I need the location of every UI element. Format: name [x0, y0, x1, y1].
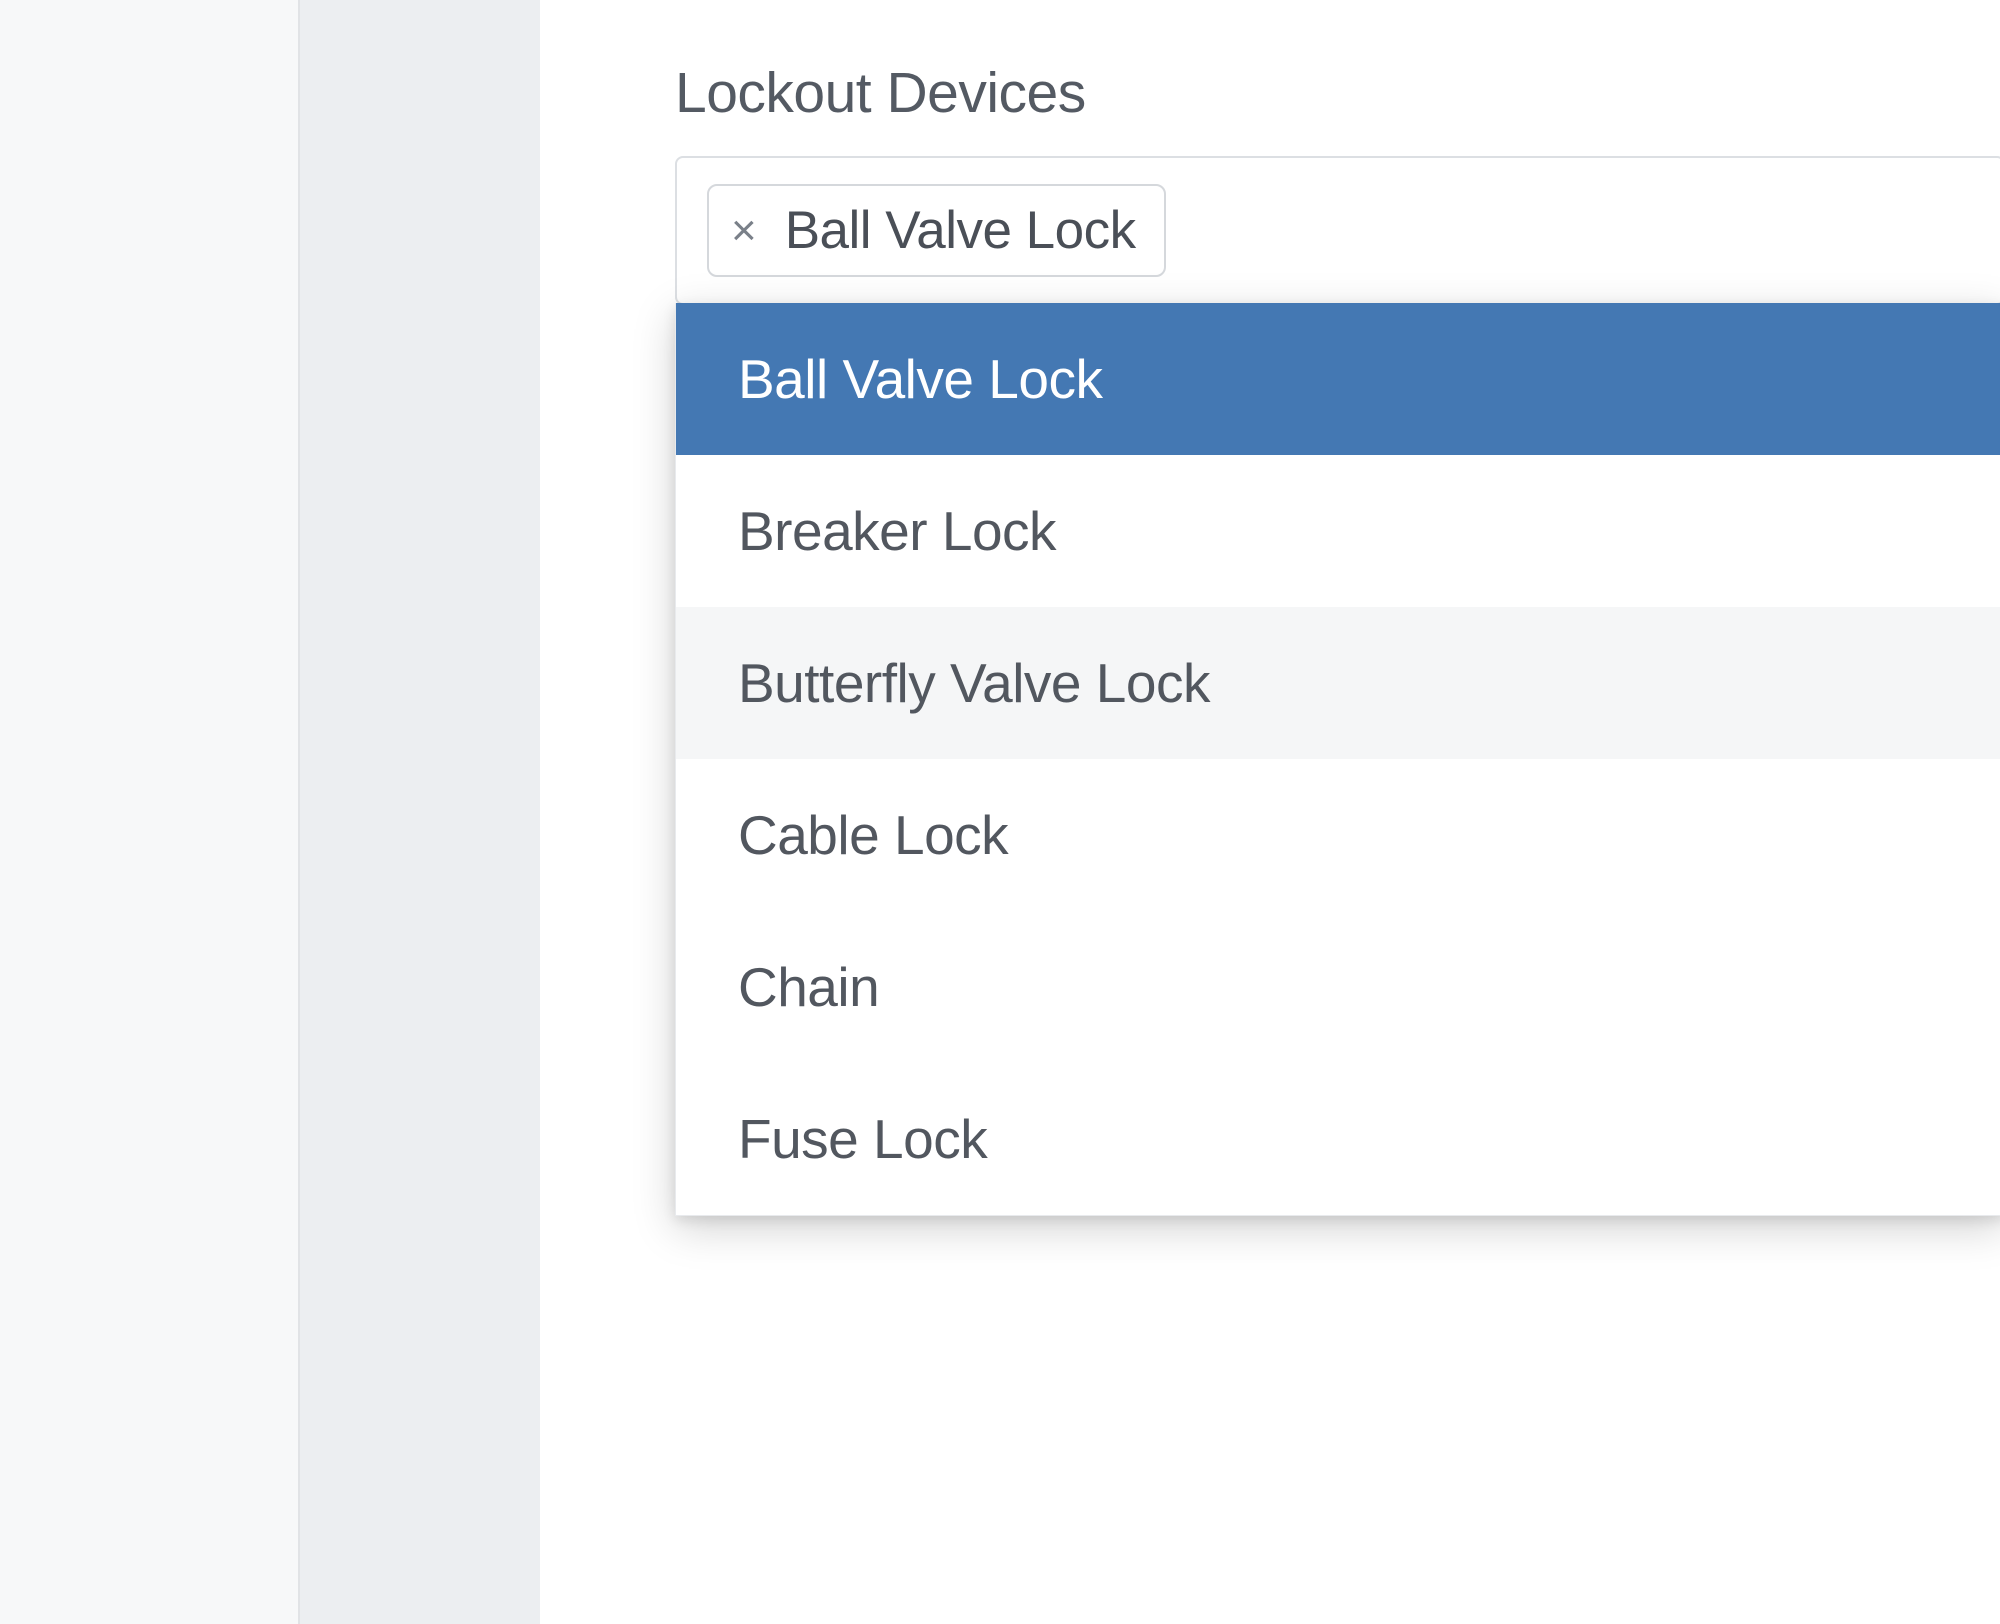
- inner-sidebar: [300, 0, 540, 1624]
- dropdown-option-chain[interactable]: Chain: [676, 911, 2000, 1063]
- close-icon[interactable]: ×: [731, 209, 757, 253]
- dropdown-option-fuse-lock[interactable]: Fuse Lock: [676, 1063, 2000, 1215]
- lockout-devices-field: × Ball Valve Lock Ball Valve Lock Breake…: [675, 156, 2000, 305]
- dropdown-option-butterfly-valve-lock[interactable]: Butterfly Valve Lock: [676, 607, 2000, 759]
- selected-tag: × Ball Valve Lock: [707, 184, 1166, 277]
- lockout-devices-input[interactable]: × Ball Valve Lock: [675, 156, 2000, 305]
- form-panel: Lockout Devices × Ball Valve Lock Ball V…: [540, 0, 2000, 1624]
- selected-tag-label: Ball Valve Lock: [785, 200, 1136, 261]
- dropdown-option-cable-lock[interactable]: Cable Lock: [676, 759, 2000, 911]
- dropdown-option-ball-valve-lock[interactable]: Ball Valve Lock: [676, 303, 2000, 455]
- lockout-devices-label: Lockout Devices: [675, 60, 2000, 126]
- lockout-devices-dropdown: Ball Valve Lock Breaker Lock Butterfly V…: [675, 303, 2000, 1216]
- dropdown-option-breaker-lock[interactable]: Breaker Lock: [676, 455, 2000, 607]
- outer-sidebar: [0, 0, 300, 1624]
